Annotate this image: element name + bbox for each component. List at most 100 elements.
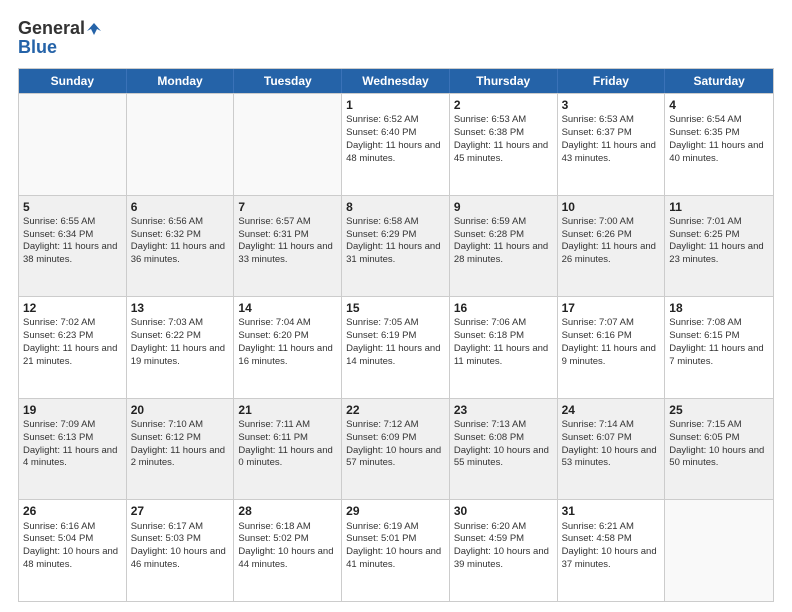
day-number: 4 <box>669 97 769 113</box>
day-cell-20: 20Sunrise: 7:10 AMSunset: 6:12 PMDayligh… <box>127 399 235 500</box>
day-number: 27 <box>131 503 230 519</box>
day-cell-6: 6Sunrise: 6:56 AMSunset: 6:32 PMDaylight… <box>127 196 235 297</box>
day-cell-15: 15Sunrise: 7:05 AMSunset: 6:19 PMDayligh… <box>342 297 450 398</box>
day-number: 28 <box>238 503 337 519</box>
empty-cell <box>19 94 127 195</box>
day-number: 10 <box>562 199 661 215</box>
day-info-line: Sunset: 6:38 PM <box>454 127 553 140</box>
day-info-line: Sunrise: 6:21 AM <box>562 521 661 534</box>
header: General Blue <box>18 18 774 58</box>
day-info-line: Sunrise: 7:11 AM <box>238 419 337 432</box>
logo-general: General <box>18 18 85 39</box>
day-number: 31 <box>562 503 661 519</box>
day-info-line: Sunrise: 7:00 AM <box>562 216 661 229</box>
day-info-line: Sunrise: 6:18 AM <box>238 521 337 534</box>
day-cell-12: 12Sunrise: 7:02 AMSunset: 6:23 PMDayligh… <box>19 297 127 398</box>
day-number: 23 <box>454 402 553 418</box>
day-cell-5: 5Sunrise: 6:55 AMSunset: 6:34 PMDaylight… <box>19 196 127 297</box>
day-number: 20 <box>131 402 230 418</box>
day-info-line: Sunset: 6:20 PM <box>238 330 337 343</box>
day-number: 26 <box>23 503 122 519</box>
day-number: 12 <box>23 300 122 316</box>
day-info-line: Daylight: 11 hours and 14 minutes. <box>346 343 445 369</box>
day-info-line: Sunset: 6:19 PM <box>346 330 445 343</box>
calendar-row-2: 12Sunrise: 7:02 AMSunset: 6:23 PMDayligh… <box>19 296 773 398</box>
day-info-line: Daylight: 11 hours and 26 minutes. <box>562 241 661 267</box>
day-info-line: Daylight: 10 hours and 41 minutes. <box>346 546 445 572</box>
day-info-line: Sunrise: 6:20 AM <box>454 521 553 534</box>
logo-blue: Blue <box>18 37 57 58</box>
day-info-line: Daylight: 10 hours and 55 minutes. <box>454 445 553 471</box>
day-info-line: Sunrise: 7:01 AM <box>669 216 769 229</box>
header-day-tuesday: Tuesday <box>234 69 342 93</box>
day-info-line: Sunset: 5:01 PM <box>346 533 445 546</box>
day-info-line: Daylight: 11 hours and 36 minutes. <box>131 241 230 267</box>
day-info-line: Daylight: 11 hours and 4 minutes. <box>23 445 122 471</box>
day-info-line: Sunrise: 6:57 AM <box>238 216 337 229</box>
header-day-monday: Monday <box>127 69 235 93</box>
day-info-line: Sunrise: 7:08 AM <box>669 317 769 330</box>
day-cell-4: 4Sunrise: 6:54 AMSunset: 6:35 PMDaylight… <box>665 94 773 195</box>
day-info-line: Sunrise: 6:59 AM <box>454 216 553 229</box>
day-number: 1 <box>346 97 445 113</box>
day-info-line: Sunrise: 6:58 AM <box>346 216 445 229</box>
header-day-thursday: Thursday <box>450 69 558 93</box>
calendar-row-0: 1Sunrise: 6:52 AMSunset: 6:40 PMDaylight… <box>19 93 773 195</box>
day-info-line: Daylight: 10 hours and 44 minutes. <box>238 546 337 572</box>
day-info-line: Sunset: 6:11 PM <box>238 432 337 445</box>
day-cell-8: 8Sunrise: 6:58 AMSunset: 6:29 PMDaylight… <box>342 196 450 297</box>
day-info-line: Sunset: 6:29 PM <box>346 229 445 242</box>
day-number: 9 <box>454 199 553 215</box>
logo-bird-icon <box>87 21 101 35</box>
day-info-line: Sunset: 6:23 PM <box>23 330 122 343</box>
day-info-line: Daylight: 10 hours and 50 minutes. <box>669 445 769 471</box>
day-cell-24: 24Sunrise: 7:14 AMSunset: 6:07 PMDayligh… <box>558 399 666 500</box>
header-day-saturday: Saturday <box>665 69 773 93</box>
calendar-row-1: 5Sunrise: 6:55 AMSunset: 6:34 PMDaylight… <box>19 195 773 297</box>
day-cell-27: 27Sunrise: 6:17 AMSunset: 5:03 PMDayligh… <box>127 500 235 601</box>
day-info-line: Sunset: 6:08 PM <box>454 432 553 445</box>
day-info-line: Sunset: 6:34 PM <box>23 229 122 242</box>
day-info-line: Daylight: 11 hours and 21 minutes. <box>23 343 122 369</box>
day-number: 2 <box>454 97 553 113</box>
day-cell-29: 29Sunrise: 6:19 AMSunset: 5:01 PMDayligh… <box>342 500 450 601</box>
day-info-line: Sunrise: 7:09 AM <box>23 419 122 432</box>
day-info-line: Sunset: 6:18 PM <box>454 330 553 343</box>
day-cell-11: 11Sunrise: 7:01 AMSunset: 6:25 PMDayligh… <box>665 196 773 297</box>
day-number: 18 <box>669 300 769 316</box>
day-info-line: Daylight: 11 hours and 23 minutes. <box>669 241 769 267</box>
day-cell-3: 3Sunrise: 6:53 AMSunset: 6:37 PMDaylight… <box>558 94 666 195</box>
day-cell-25: 25Sunrise: 7:15 AMSunset: 6:05 PMDayligh… <box>665 399 773 500</box>
day-cell-23: 23Sunrise: 7:13 AMSunset: 6:08 PMDayligh… <box>450 399 558 500</box>
day-number: 16 <box>454 300 553 316</box>
day-info-line: Daylight: 11 hours and 19 minutes. <box>131 343 230 369</box>
day-info-line: Sunset: 6:26 PM <box>562 229 661 242</box>
day-info-line: Sunrise: 6:53 AM <box>562 114 661 127</box>
day-info-line: Sunset: 6:22 PM <box>131 330 230 343</box>
day-info-line: Daylight: 10 hours and 48 minutes. <box>23 546 122 572</box>
day-info-line: Sunrise: 7:14 AM <box>562 419 661 432</box>
day-cell-31: 31Sunrise: 6:21 AMSunset: 4:58 PMDayligh… <box>558 500 666 601</box>
day-number: 22 <box>346 402 445 418</box>
day-number: 30 <box>454 503 553 519</box>
day-info-line: Sunset: 5:03 PM <box>131 533 230 546</box>
day-number: 17 <box>562 300 661 316</box>
day-info-line: Daylight: 11 hours and 48 minutes. <box>346 140 445 166</box>
day-number: 5 <box>23 199 122 215</box>
day-info-line: Daylight: 11 hours and 38 minutes. <box>23 241 122 267</box>
day-info-line: Sunrise: 6:54 AM <box>669 114 769 127</box>
day-cell-7: 7Sunrise: 6:57 AMSunset: 6:31 PMDaylight… <box>234 196 342 297</box>
day-info-line: Sunset: 6:37 PM <box>562 127 661 140</box>
day-cell-16: 16Sunrise: 7:06 AMSunset: 6:18 PMDayligh… <box>450 297 558 398</box>
day-info-line: Sunrise: 7:03 AM <box>131 317 230 330</box>
calendar-row-4: 26Sunrise: 6:16 AMSunset: 5:04 PMDayligh… <box>19 499 773 601</box>
day-cell-21: 21Sunrise: 7:11 AMSunset: 6:11 PMDayligh… <box>234 399 342 500</box>
day-info-line: Sunset: 6:15 PM <box>669 330 769 343</box>
day-number: 14 <box>238 300 337 316</box>
day-info-line: Sunrise: 7:04 AM <box>238 317 337 330</box>
day-cell-10: 10Sunrise: 7:00 AMSunset: 6:26 PMDayligh… <box>558 196 666 297</box>
day-info-line: Sunrise: 7:06 AM <box>454 317 553 330</box>
day-info-line: Daylight: 11 hours and 9 minutes. <box>562 343 661 369</box>
logo: General Blue <box>18 18 101 58</box>
day-info-line: Sunrise: 6:52 AM <box>346 114 445 127</box>
